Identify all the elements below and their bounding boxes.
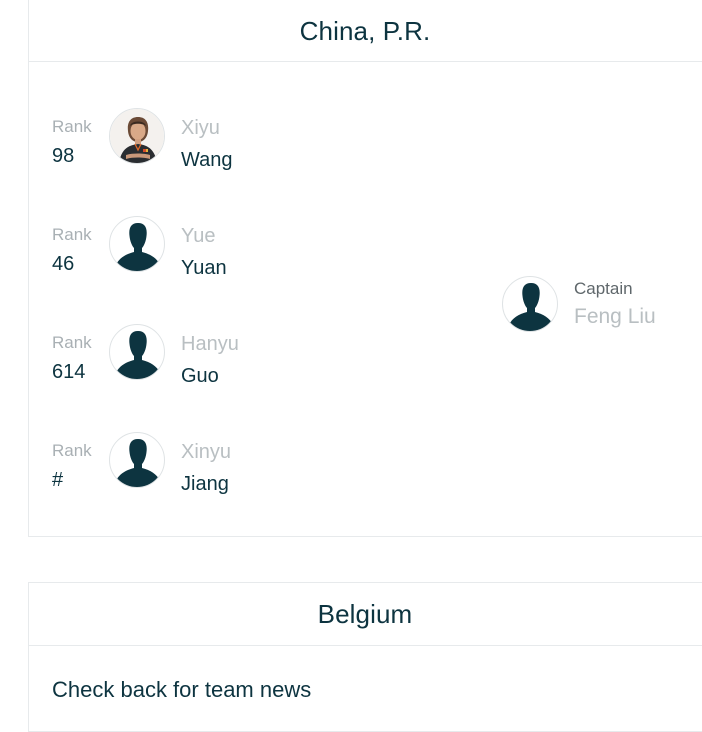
team-name: China, P.R. <box>299 15 431 46</box>
team-card-china: China, P.R. Rank 98 Xiyu Wang Rank 46 Yu… <box>28 0 702 537</box>
silhouette-icon <box>116 439 160 487</box>
silhouette-icon <box>116 331 160 379</box>
first-name: Yue <box>181 225 216 247</box>
team-header: Belgium <box>29 583 702 646</box>
silhouette-avatar[interactable] <box>109 432 165 488</box>
rank-value: # <box>52 469 64 491</box>
last-name: Guo <box>181 365 219 387</box>
player-name: Hanyu Guo <box>181 332 239 388</box>
player-rank: Rank 46 <box>52 224 92 276</box>
first-name: Xiyu <box>181 117 220 139</box>
silhouette-avatar[interactable] <box>109 216 165 272</box>
captain-label: Captain <box>574 279 633 298</box>
rank-value: 614 <box>52 361 86 383</box>
player-photo-icon <box>110 109 164 163</box>
last-name: Wang <box>181 149 233 171</box>
player-row[interactable]: Rank 614 Hanyu Guo <box>29 324 329 392</box>
player-photo-avatar[interactable] <box>109 108 165 164</box>
rank-label: Rank <box>52 441 92 460</box>
silhouette-avatar[interactable] <box>109 324 165 380</box>
silhouette-icon <box>509 283 553 331</box>
player-rank: Rank # <box>52 440 92 492</box>
rank-label: Rank <box>52 117 92 136</box>
player-name: Xiyu Wang <box>181 116 233 172</box>
rank-value: 98 <box>52 145 75 167</box>
silhouette-avatar[interactable] <box>502 276 558 332</box>
team-captain[interactable]: Captain Feng Liu <box>502 276 702 336</box>
rank-value: 46 <box>52 253 75 275</box>
player-row[interactable]: Rank 98 Xiyu Wang <box>29 108 329 176</box>
first-name: Xinyu <box>181 441 232 463</box>
player-row[interactable]: Rank # Xinyu Jiang <box>29 432 329 500</box>
team-card-belgium: Belgium Check back for team news <box>28 582 702 732</box>
player-name: Xinyu Jiang <box>181 440 231 496</box>
last-name: Yuan <box>181 257 227 279</box>
silhouette-icon <box>116 223 160 271</box>
team-news-text: Check back for team news <box>52 677 312 702</box>
team-header: China, P.R. <box>29 0 702 62</box>
rank-label: Rank <box>52 225 92 244</box>
player-name: Yue Yuan <box>181 224 227 280</box>
player-row[interactable]: Rank 46 Yue Yuan <box>29 216 329 284</box>
first-name: Hanyu <box>181 333 239 355</box>
team-name: Belgium <box>317 598 413 629</box>
rank-label: Rank <box>52 333 92 352</box>
player-rank: Rank 98 <box>52 116 92 168</box>
last-name: Jiang <box>181 473 229 495</box>
captain-name: Feng Liu <box>574 305 656 328</box>
player-rank: Rank 614 <box>52 332 92 384</box>
